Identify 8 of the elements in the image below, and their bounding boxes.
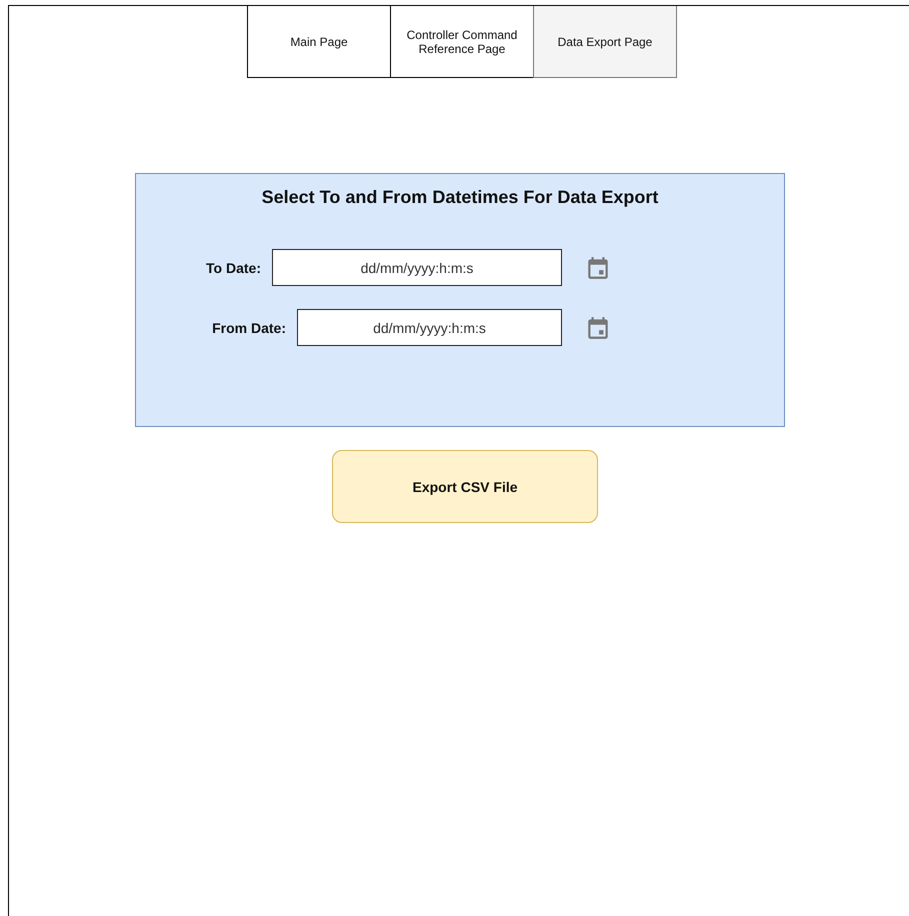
nav-tab[interactable]: Main Page xyxy=(247,6,391,78)
date-input-field[interactable]: dd/mm/yyyy:h:m:s xyxy=(297,309,562,346)
field-label: From Date: xyxy=(212,320,286,336)
field-label: To Date: xyxy=(206,260,261,276)
date-input-field[interactable]: dd/mm/yyyy:h:m:s xyxy=(272,249,562,286)
nav-tab[interactable]: Data Export Page xyxy=(533,6,677,78)
panel-title: Select To and From Datetimes For Data Export xyxy=(260,187,660,208)
export-csv-button[interactable]: Export CSV File xyxy=(332,450,598,523)
